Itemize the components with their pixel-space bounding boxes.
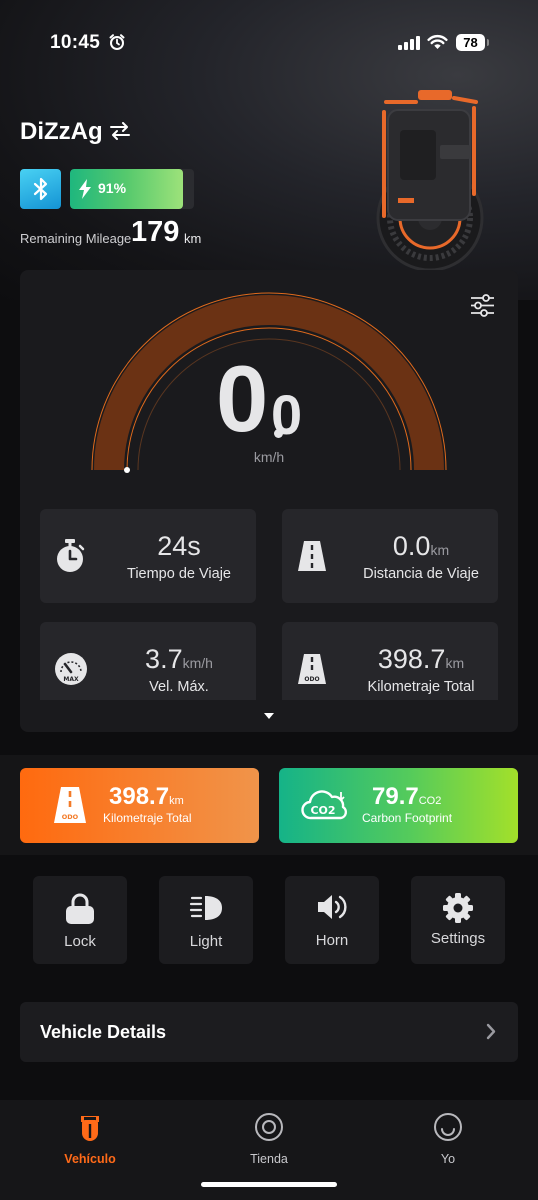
switch-vehicle-icon[interactable] — [110, 122, 130, 140]
expand-stats-icon[interactable] — [264, 712, 274, 720]
total-mileage-value: 398.7km — [377, 644, 465, 674]
stat-card-max-speed: MAX 3.7km/h Vel. Máx. — [40, 622, 256, 700]
trip-time-label: Tiempo de Viaje — [127, 566, 231, 582]
gauge-settings-icon[interactable] — [470, 293, 495, 318]
trip-distance-value: 0.0km — [392, 531, 450, 561]
stat-card-trip-distance: 0.0km Distancia de Viaje — [282, 509, 498, 603]
tab-yo-label: Yo — [440, 1152, 456, 1166]
stat-card-total-mileage: ODO 398.7km Kilometraje Total — [282, 622, 498, 700]
stopwatch-icon — [57, 539, 85, 572]
horn-label: Horn — [315, 932, 349, 949]
horn-speaker-icon — [318, 895, 347, 919]
total-mileage-summary-label: Kilometraje Total — [103, 811, 192, 825]
bluetooth-icon — [33, 177, 47, 201]
tab-yo[interactable]: Yo — [388, 1112, 508, 1166]
tab-vehiculo[interactable]: Vehículo — [30, 1112, 150, 1166]
status-time: 10:45 — [50, 32, 101, 53]
battery-icon: 78 — [456, 34, 489, 51]
remaining-mileage-label: Remaining Mileage — [20, 231, 132, 246]
vehicle-battery-bar: 91% — [70, 169, 194, 209]
lock-button[interactable]: Lock — [33, 876, 127, 964]
headlight-icon — [189, 896, 222, 920]
chevron-right-icon — [486, 1023, 496, 1040]
vehicle-details-label: Vehicle Details — [40, 1022, 167, 1042]
vehicle-icon — [81, 1116, 99, 1141]
svg-text:ODO: ODO — [62, 813, 79, 821]
lock-icon — [66, 893, 94, 924]
svg-text:CO2: CO2 — [310, 804, 335, 817]
carbon-footprint-label: Carbon Footprint — [362, 811, 453, 825]
wifi-icon — [427, 34, 448, 49]
odometer-road-icon: ODO — [54, 787, 86, 823]
tab-tienda[interactable]: Tienda — [209, 1112, 329, 1166]
gear-icon — [443, 893, 473, 923]
settings-button[interactable]: Settings — [411, 876, 505, 964]
co2-cloud-icon: CO2 — [301, 790, 348, 820]
tab-vehiculo-label: Vehículo — [64, 1152, 116, 1166]
alarm-icon — [109, 34, 125, 50]
light-button[interactable]: Light — [159, 876, 253, 964]
vehicle-battery-percent: 91% — [98, 180, 127, 196]
speedometer-max-icon: MAX — [55, 653, 87, 685]
total-mileage-label: Kilometraje Total — [367, 679, 475, 695]
odometer-road-icon: ODO — [298, 654, 326, 684]
horn-button[interactable]: Horn — [285, 876, 379, 964]
remaining-mileage-value: 179 — [131, 216, 180, 248]
cellular-signal-icon — [398, 36, 420, 50]
stat-card-trip-time: 24s Tiempo de Viaje — [40, 509, 256, 603]
settings-label: Settings — [430, 930, 486, 947]
max-speed-value: 3.7km/h — [145, 644, 213, 674]
lightning-icon — [79, 179, 91, 199]
total-mileage-summary-value: 398.7km — [109, 783, 184, 810]
speed-integer: 0 — [216, 346, 268, 451]
home-indicator — [201, 1182, 337, 1187]
trip-time-value: 24s — [157, 531, 201, 561]
status-bar: 10:45 78 — [0, 30, 538, 56]
carbon-footprint-value: 79.7CO2 — [372, 783, 442, 810]
profile-icon — [434, 1113, 462, 1141]
vehicle-image — [376, 90, 484, 272]
svg-text:MAX: MAX — [63, 676, 79, 683]
bluetooth-button[interactable] — [20, 169, 61, 209]
speed-unit: km/h — [253, 449, 285, 465]
vehicle-name[interactable]: DiZzAg — [20, 118, 103, 146]
lock-label: Lock — [64, 933, 96, 950]
max-speed-label: Vel. Máx. — [149, 679, 209, 695]
vehicle-details-row[interactable]: Vehicle Details — [20, 1002, 518, 1062]
svg-text:ODO: ODO — [304, 676, 319, 683]
speed-panel: 0 0 km/h 24s Tiempo de Viaje 0.0km Dista… — [20, 270, 518, 732]
speed-decimal: 0 — [271, 383, 303, 446]
total-mileage-card[interactable]: ODO 398.7km Kilometraje Total — [20, 768, 259, 843]
store-icon — [255, 1113, 283, 1141]
remaining-mileage-unit: km — [184, 231, 202, 246]
carbon-footprint-card[interactable]: CO2 79.7CO2 Carbon Footprint — [279, 768, 518, 843]
tab-tienda-label: Tienda — [250, 1152, 288, 1166]
road-icon — [298, 541, 326, 571]
trip-distance-label: Distancia de Viaje — [363, 566, 479, 582]
light-label: Light — [189, 933, 223, 950]
